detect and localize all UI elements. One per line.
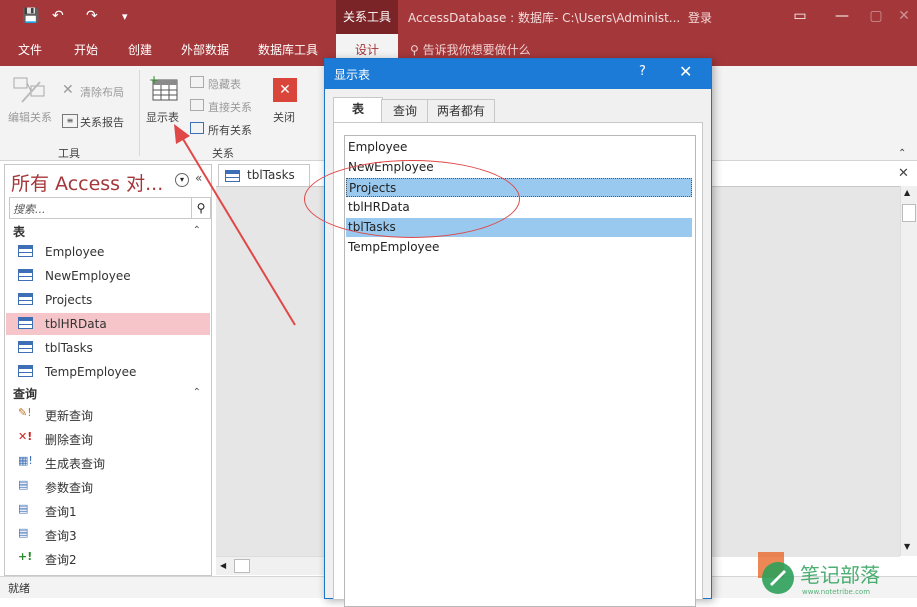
watermark-logo: 笔记部落 www.notetribe.com bbox=[758, 552, 917, 597]
annotation-ellipse bbox=[304, 160, 520, 238]
svg-text:笔记部落: 笔记部落 bbox=[800, 563, 880, 587]
annotation-arrow bbox=[174, 124, 296, 326]
svg-text:www.notetribe.com: www.notetribe.com bbox=[802, 588, 870, 596]
